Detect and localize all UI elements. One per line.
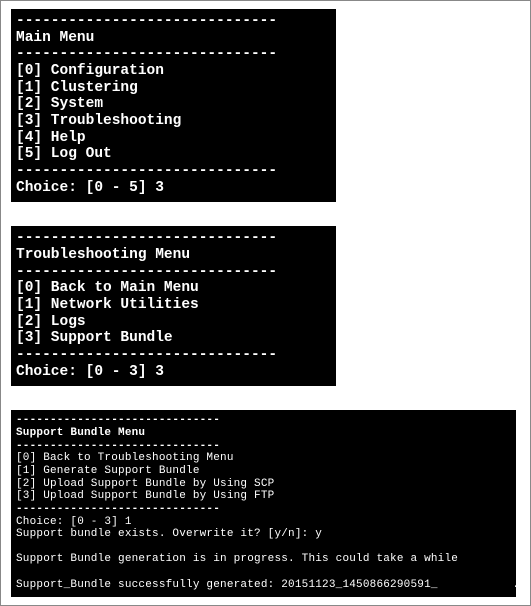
menu-item-logout: [5] Log Out (16, 146, 112, 162)
menu-item-help: [4] Help (16, 130, 86, 146)
overwrite-prompt-line: Support bundle exists. Overwrite it? [y/… (16, 528, 322, 540)
menu-title: Main Menu (16, 30, 94, 46)
separator: ------------------------------ (16, 230, 277, 246)
blank (16, 566, 23, 578)
menu-item-system: [2] System (16, 96, 103, 112)
separator: ------------------------------ (16, 347, 277, 363)
menu-title: Troubleshooting Menu (16, 247, 190, 263)
separator: ------------------------------ (16, 46, 277, 62)
separator: ------------------------------ (16, 414, 220, 426)
separator: ------------------------------ (16, 503, 220, 515)
choice-input[interactable]: 3 (155, 180, 164, 196)
menu-item-clustering: [1] Clustering (16, 80, 138, 96)
menu-title: Support Bundle Menu (16, 427, 145, 439)
progress-message: Support Bundle generation is in progress… (16, 553, 458, 565)
menu-item-troubleshooting: [3] Troubleshooting (16, 113, 181, 129)
choice-input[interactable]: 1 (125, 516, 132, 528)
choice-input[interactable]: 3 (155, 364, 164, 380)
overwrite-input[interactable]: y (315, 528, 322, 540)
overwrite-prompt-label: Support bundle exists. Overwrite it? [y/… (16, 528, 315, 540)
choice-prompt-label: Choice: [0 - 3] (16, 364, 155, 380)
menu-item-upload-scp: [2] Upload Support Bundle by Using SCP (16, 478, 274, 490)
support-bundle-terminal: ------------------------------ Support B… (11, 410, 516, 597)
menu-item-back: [0] Back to Main Menu (16, 280, 199, 296)
menu-item-support-bundle: [3] Support Bundle (16, 330, 173, 346)
main-menu-terminal: ------------------------------ Main Menu… (11, 9, 336, 202)
choice-prompt-line: Choice: [0 - 3] 3 (16, 364, 164, 380)
choice-prompt-label: Choice: [0 - 3] (16, 516, 125, 528)
choice-prompt-line: Choice: [0 - 3] 1 (16, 516, 132, 528)
separator: ------------------------------ (16, 264, 277, 280)
success-message: Support_Bundle successfully generated: 2… (16, 579, 516, 591)
blank (16, 541, 23, 553)
menu-item-back: [0] Back to Troubleshooting Menu (16, 452, 234, 464)
choice-prompt-label: Choice: [0 - 5] (16, 180, 155, 196)
menu-item-upload-ftp: [3] Upload Support Bundle by Using FTP (16, 490, 274, 502)
choice-prompt-line: Choice: [0 - 5] 3 (16, 180, 164, 196)
menu-item-logs: [2] Logs (16, 314, 86, 330)
separator: ------------------------------ (16, 163, 277, 179)
separator: ------------------------------ (16, 13, 277, 29)
separator: ------------------------------ (16, 440, 220, 452)
menu-item-configuration: [0] Configuration (16, 63, 164, 79)
troubleshooting-menu-terminal: ------------------------------ Troublesh… (11, 226, 336, 386)
menu-item-network-utilities: [1] Network Utilities (16, 297, 199, 313)
menu-item-generate: [1] Generate Support Bundle (16, 465, 200, 477)
